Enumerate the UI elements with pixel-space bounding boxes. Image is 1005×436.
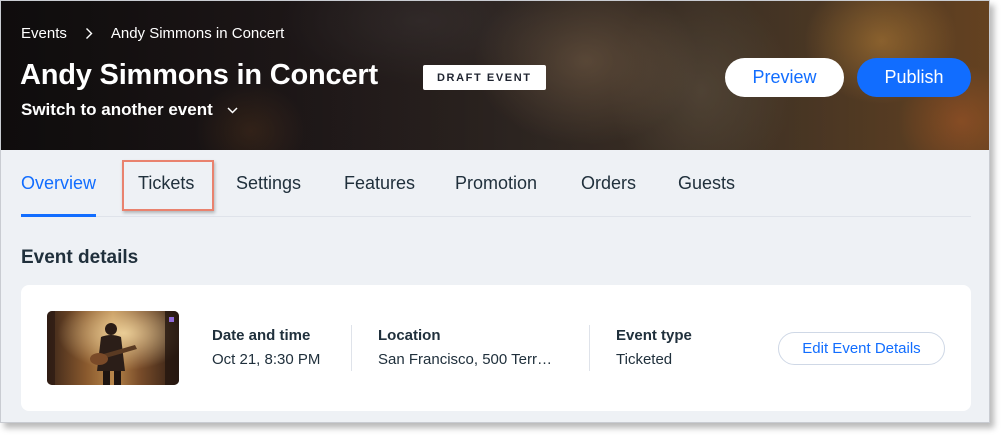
tab-features[interactable]: Features [344,150,415,216]
event-type-value: Ticketed [616,351,673,368]
chevron-down-icon [227,106,238,114]
switch-event-dropdown[interactable]: Switch to another event [21,100,238,120]
event-details-card: Date and time Oct 21, 8:30 PM Location S… [21,285,971,411]
tab-settings[interactable]: Settings [236,150,301,216]
date-time-value: Oct 21, 8:30 PM [212,351,321,368]
breadcrumb-current: Andy Simmons in Concert [110,25,285,42]
tab-tickets[interactable]: Tickets [138,150,194,216]
event-header: Events Andy Simmons in Concert Andy Simm… [1,1,989,150]
publish-button[interactable]: Publish [857,58,971,97]
preview-button[interactable]: Preview [725,58,844,97]
edit-event-details-button[interactable]: Edit Event Details [778,332,945,365]
status-badge: DRAFT EVENT [423,65,546,90]
tab-guests[interactable]: Guests [678,150,735,216]
breadcrumb: Events Andy Simmons in Concert [21,25,284,42]
date-time-group: Date and time Oct 21, 8:30 PM [212,327,320,368]
switch-event-label: Switch to another event [21,100,213,119]
divider [351,325,352,371]
date-time-label: Date and time [212,327,311,344]
tab-promotion[interactable]: Promotion [455,150,537,216]
event-image [47,311,179,385]
page-title: Andy Simmons in Concert [20,59,378,91]
tab-bar: Overview Tickets Settings Features Promo… [21,150,971,217]
location-group: Location San Francisco, 500 Terr… [378,327,552,368]
tab-orders[interactable]: Orders [581,150,636,216]
location-value: San Francisco, 500 Terr… [378,351,552,368]
event-type-label: Event type [616,327,692,344]
location-label: Location [378,327,441,344]
section-title: Event details [21,247,139,268]
event-type-group: Event type Ticketed [616,327,692,368]
breadcrumb-events-link[interactable]: Events [21,25,67,42]
app-window: Events Andy Simmons in Concert Andy Simm… [0,0,990,423]
divider [589,325,590,371]
chevron-right-icon [85,27,93,40]
tab-overview[interactable]: Overview [21,150,97,217]
